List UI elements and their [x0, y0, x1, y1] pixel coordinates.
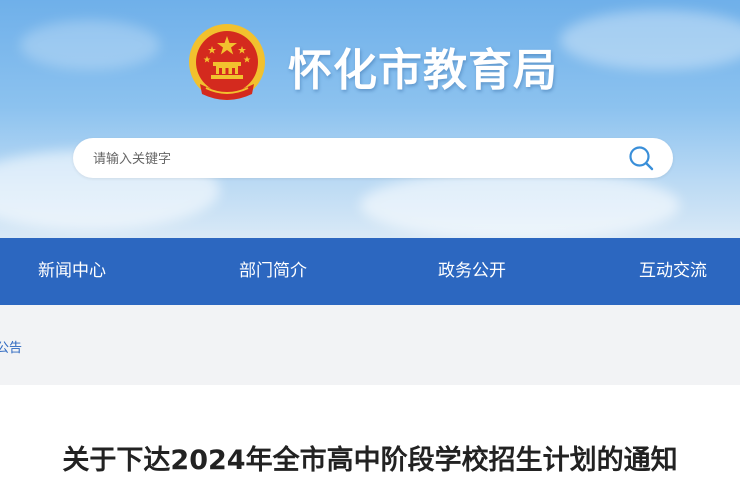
header-banner: 怀化市教育局	[0, 0, 740, 238]
cloud-decoration	[20, 20, 160, 70]
nav-item-news-center[interactable]: 新闻中心	[38, 238, 106, 305]
main-nav: 新闻中心 部门简介 政务公开 互动交流	[0, 238, 740, 305]
breadcrumb: 公告	[0, 305, 740, 385]
search-box	[73, 138, 673, 178]
site-title: 怀化市教育局	[288, 45, 558, 96]
nav-item-interaction[interactable]: 互动交流	[639, 238, 707, 305]
cloud-decoration	[560, 10, 740, 70]
article-title: 关于下达2024年全市高中阶段学校招生计划的通知	[62, 445, 678, 476]
national-emblem-icon	[189, 24, 265, 100]
nav-item-government-affairs[interactable]: 政务公开	[438, 238, 506, 305]
breadcrumb-item-announcement[interactable]: 公告	[0, 337, 22, 356]
cloud-decoration	[360, 170, 680, 238]
nav-item-department-intro[interactable]: 部门简介	[239, 238, 307, 305]
search-icon[interactable]	[627, 144, 655, 172]
search-input[interactable]	[91, 146, 615, 172]
